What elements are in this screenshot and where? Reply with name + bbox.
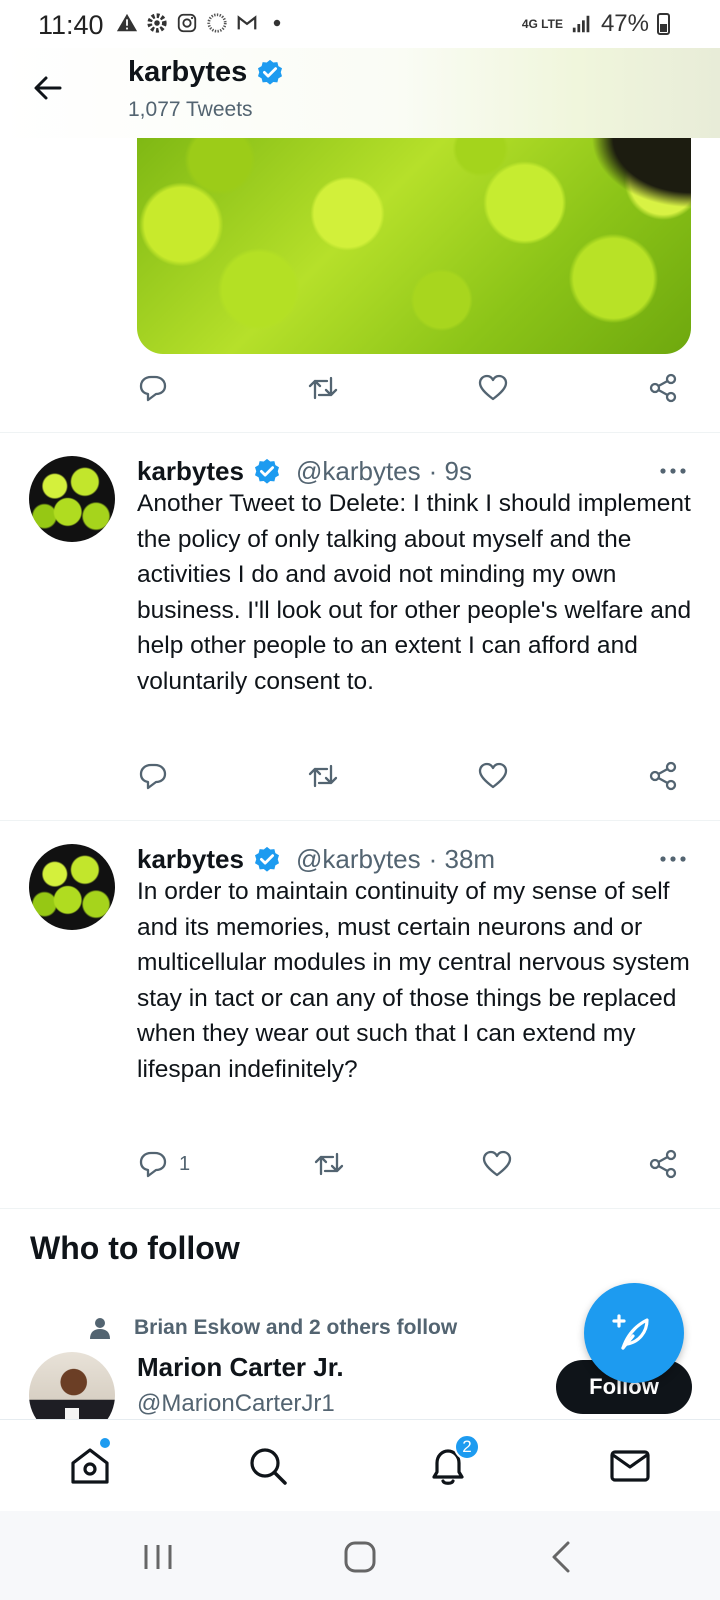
social-context: Brian Eskow and 2 others follow — [88, 1316, 457, 1340]
like-button[interactable] — [481, 1148, 513, 1180]
messages-tab[interactable] — [608, 1444, 652, 1488]
author-handle: @karbytes — [295, 456, 421, 486]
tweet-text: In order to maintain continuity of my se… — [137, 878, 690, 1083]
home-icon — [71, 1448, 109, 1484]
home-unread-dot — [100, 1438, 110, 1448]
author-name[interactable]: karbytes — [137, 456, 244, 487]
header-title: karbytes — [128, 56, 285, 89]
recent-apps-icon — [144, 1545, 172, 1569]
share-button[interactable] — [647, 372, 679, 404]
share-button[interactable] — [647, 1148, 679, 1180]
like-button[interactable] — [477, 372, 509, 404]
battery-icon — [657, 13, 670, 35]
bottom-navigation: 2 — [0, 1419, 720, 1511]
profile-name: karbytes — [128, 56, 248, 88]
notifications-badge: 2 — [454, 1434, 480, 1460]
settings-gear-icon — [147, 13, 167, 33]
tweet-time: · 9s — [428, 456, 472, 486]
retweet-icon — [314, 1152, 344, 1176]
network-label: 4G LTE — [521, 16, 563, 31]
divider — [0, 432, 720, 433]
dot-icon — [273, 19, 281, 27]
heart-icon — [478, 762, 508, 789]
battery-percent: 47% — [600, 10, 649, 37]
tweet-time: · 38m — [428, 844, 496, 874]
avatar[interactable] — [29, 844, 115, 930]
tweet-count: 1,077 Tweets — [128, 98, 253, 121]
tweet-header: karbytes @karbytes · 9s — [137, 456, 472, 487]
reply-count: 1 — [179, 1152, 191, 1175]
search-icon — [250, 1448, 287, 1485]
share-icon — [649, 761, 677, 791]
suggested-user-handle: @MarionCarterJr1 — [137, 1390, 335, 1417]
who-to-follow-title: Who to follow — [30, 1230, 240, 1266]
heart-icon — [482, 1150, 512, 1177]
retweet-icon — [308, 764, 338, 788]
share-icon — [649, 1149, 677, 1179]
home-circle-icon — [344, 1541, 376, 1573]
tweet-media-image[interactable] — [137, 138, 691, 354]
tweet-actions — [137, 760, 693, 800]
profile-header: karbytes 1,077 Tweets — [0, 44, 720, 138]
home-system-button[interactable] — [340, 1537, 380, 1577]
more-options-icon[interactable] — [656, 454, 690, 488]
search-tab[interactable] — [246, 1444, 290, 1488]
warning-icon — [116, 13, 138, 32]
compose-tweet-button[interactable] — [584, 1283, 684, 1383]
author-handle: @karbytes — [295, 844, 421, 874]
divider — [0, 1208, 720, 1209]
back-arrow-icon[interactable] — [28, 68, 68, 108]
tweet-header: karbytes @karbytes · 38m — [137, 844, 495, 875]
loading-ring-icon — [207, 13, 227, 33]
back-chevron-icon — [552, 1541, 570, 1573]
retweet-button[interactable] — [307, 760, 339, 792]
system-navigation-bar — [0, 1511, 720, 1600]
compose-feather-icon — [612, 1314, 649, 1350]
gmail-icon — [237, 15, 257, 30]
reply-icon — [139, 763, 167, 790]
reply-icon — [139, 1151, 167, 1178]
reply-icon — [139, 375, 167, 402]
more-options-icon[interactable] — [656, 842, 690, 876]
home-tab[interactable] — [68, 1444, 112, 1488]
verified-badge-icon — [254, 846, 279, 872]
verified-badge-icon — [254, 458, 279, 484]
divider — [0, 820, 720, 821]
social-context-text: Brian Eskow and 2 others follow — [134, 1316, 458, 1339]
notification-icons — [116, 12, 288, 34]
signal-icon — [572, 15, 590, 33]
verified-badge-icon — [258, 59, 283, 85]
tweet-actions: 1 — [137, 1148, 693, 1188]
reply-button[interactable]: 1 — [137, 1148, 190, 1180]
share-button[interactable] — [647, 760, 679, 792]
retweet-button[interactable] — [307, 372, 339, 404]
tweet-actions — [137, 372, 693, 412]
tweet-text: Another Tweet to Delete: I think I shoul… — [137, 490, 692, 695]
avatar[interactable] — [29, 456, 115, 542]
status-time: 11:40 — [38, 10, 104, 40]
person-icon — [90, 1318, 110, 1339]
heart-icon — [478, 374, 508, 401]
like-button[interactable] — [477, 760, 509, 792]
recent-apps-button[interactable] — [138, 1537, 178, 1577]
back-system-button[interactable] — [542, 1537, 582, 1577]
share-icon — [649, 373, 677, 403]
author-name[interactable]: karbytes — [137, 844, 244, 875]
retweet-icon — [308, 376, 338, 400]
reply-button[interactable] — [137, 760, 169, 792]
reply-button[interactable] — [137, 372, 169, 404]
mail-icon — [610, 1450, 650, 1482]
retweet-button[interactable] — [313, 1148, 345, 1180]
status-bar: 11:40 4G LTE 47% — [0, 0, 720, 48]
suggested-user-name[interactable]: Marion Carter Jr. — [137, 1352, 344, 1383]
instagram-icon — [177, 13, 197, 33]
status-right: 4G LTE 47% — [522, 10, 670, 38]
